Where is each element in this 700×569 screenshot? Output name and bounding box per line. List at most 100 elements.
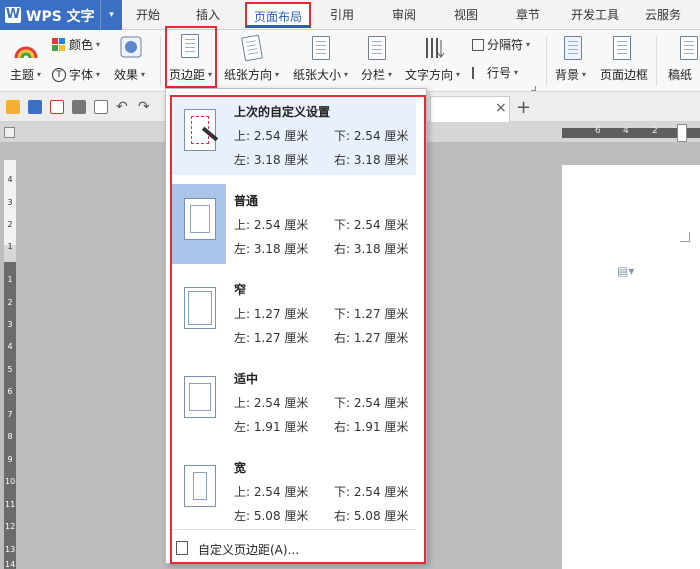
app-name: WPS 文字 [26,9,95,25]
chevron-down-icon: ▾ [526,40,531,49]
print-icon[interactable] [72,100,86,114]
tab-references[interactable]: 引用 [322,0,362,30]
preset-thumb [172,184,226,264]
font-label: 字体 [69,68,94,82]
preset-thumb [172,451,226,531]
effect-button[interactable]: 效果 ▾ [114,66,145,83]
preset-title: 适中 [234,372,259,386]
tab-page-layout[interactable]: 页面布局 [245,2,311,28]
ruler-number: 2 [7,298,13,307]
ruler-number: 4 [623,126,629,136]
ruler-number: 11 [5,500,16,509]
new-tab-icon[interactable]: + [516,97,531,118]
manuscript-button[interactable]: 稿纸 [668,66,692,83]
app-dropdown-arrow-icon[interactable]: ▾ [100,0,122,30]
wps-logo-icon: W [5,7,21,23]
breaks-button[interactable]: 分隔符 ▾ [472,36,530,53]
tab-chapter[interactable]: 章节 [508,0,548,30]
color-button[interactable]: 颜色 ▾ [52,36,100,53]
orientation-button[interactable]: 纸张方向 ▾ [224,66,279,83]
chevron-down-icon: ▾ [37,70,42,79]
ribbon: 主题 ▾ 颜色 ▾ T 字体 ▾ 效果 ▾ 页边距 ▾ 纸张方向 ▾ 纸张大小 ▾ 分栏 ▾ 文… [0,30,700,92]
page-border-label: 页面边框 [600,68,649,82]
color-palette-icon [52,37,65,51]
chevron-down-icon: ▾ [514,68,519,77]
dialog-launcher-icon[interactable] [531,86,536,91]
custom-margins-label: 自定义页边距(A)... [198,543,300,557]
ruler-number: 3 [7,320,13,329]
background-icon [564,36,582,60]
close-icon[interactable]: × [495,100,507,116]
preset-title: 上次的自定义设置 [234,105,331,119]
paper-size-button[interactable]: 纸张大小 ▾ [293,66,348,83]
open-folder-icon[interactable] [6,100,20,114]
preset-normal[interactable]: 普通 上: 2.54 厘米 下: 2.54 厘米 左: 3.18 厘米 右: 3… [172,184,416,264]
background-label: 背景 [555,68,580,82]
breaks-icon [472,38,484,51]
font-button[interactable]: T 字体 ▾ [52,66,100,83]
orientation-icon [241,34,263,62]
ruler-number: 1 [7,242,13,251]
preset-last-custom[interactable]: 上次的自定义设置 上: 2.54 厘米 下: 2.54 厘米 左: 3.18 厘… [172,95,416,175]
background-button[interactable]: 背景 ▾ [555,66,586,83]
preset-right: 右: 3.18 厘米 [334,153,409,167]
ruler-number: 12 [5,522,16,531]
margin-corner-mark [680,232,690,242]
text-direction-icon [424,36,446,63]
app-menu-button[interactable]: W WPS 文字 ▾ [0,0,122,30]
preset-title: 普通 [234,194,259,208]
preset-left: 左: 3.18 厘米 [234,153,309,167]
preset-wide[interactable]: 宽 上: 2.54 厘米 下: 2.54 厘米 左: 5.08 厘米 右: 5.… [172,451,416,531]
tab-view[interactable]: 视图 [446,0,486,30]
ribbon-divider [546,36,547,86]
print-preview-icon[interactable] [94,100,108,114]
export-pdf-icon[interactable] [50,100,64,114]
indent-marker[interactable] [677,124,687,142]
manuscript-label: 稿纸 [668,68,693,82]
page-border-button[interactable]: 页面边框 [600,66,648,83]
preset-bottom: 下: 2.54 厘米 [334,218,409,232]
breaks-label: 分隔符 [487,38,524,52]
chevron-down-icon: ▾ [344,70,349,79]
columns-button[interactable]: 分栏 ▾ [361,66,392,83]
save-icon[interactable] [28,100,42,114]
text-direction-button[interactable]: 文字方向 ▾ [405,66,460,83]
ruler-tab-selector[interactable] [4,127,15,138]
preset-right: 右: 3.18 厘米 [334,242,409,256]
preset-bottom: 下: 2.54 厘米 [334,396,409,410]
line-numbers-button[interactable]: 行号 ▾ [472,64,518,81]
preset-top: 上: 2.54 厘米 [234,396,309,410]
paragraph-options-icon[interactable]: ▤▾ [617,264,634,278]
redo-icon[interactable]: ↷ [138,100,152,114]
line-numbers-label: 行号 [487,66,512,80]
page-margin-icon [184,465,216,507]
preset-moderate[interactable]: 适中 上: 2.54 厘米 下: 2.54 厘米 左: 1.91 厘米 右: 1… [172,362,416,442]
ruler-number: 8 [7,432,13,441]
theme-button[interactable]: 主题 ▾ [10,66,41,83]
preset-top: 上: 1.27 厘米 [234,307,309,321]
tab-developer[interactable]: 开发工具 [565,0,625,30]
menu-bar: W WPS 文字 ▾ 开始 插入 页面布局 引用 审阅 视图 章节 开发工具 云… [0,0,700,30]
ruler-number: 4 [7,342,13,351]
ruler-number: 1 [7,275,13,284]
tab-cloud-service[interactable]: 云服务 [638,0,688,30]
ruler-number: 3 [7,198,13,207]
preset-top: 上: 2.54 厘米 [234,129,309,143]
undo-icon[interactable]: ↶ [116,100,130,114]
paper-size-label: 纸张大小 [293,68,342,82]
document-page[interactable] [562,165,700,569]
preset-right: 右: 1.91 厘米 [334,420,409,434]
tab-start[interactable]: 开始 [128,0,168,30]
line-numbers-icon [472,66,484,79]
chevron-down-icon: ▾ [275,70,280,79]
tab-review[interactable]: 审阅 [384,0,424,30]
preset-bottom: 下: 2.54 厘米 [334,129,409,143]
chevron-down-icon: ▾ [388,70,393,79]
preset-right: 右: 1.27 厘米 [334,331,409,345]
preset-narrow[interactable]: 窄 上: 1.27 厘米 下: 1.27 厘米 左: 1.27 厘米 右: 1.… [172,273,416,353]
chevron-down-icon: ▾ [96,40,101,49]
ruler-number: 13 [5,545,16,554]
margins-highlight-box [165,26,217,88]
preset-top: 上: 2.54 厘米 [234,218,309,232]
effect-icon [120,36,142,58]
